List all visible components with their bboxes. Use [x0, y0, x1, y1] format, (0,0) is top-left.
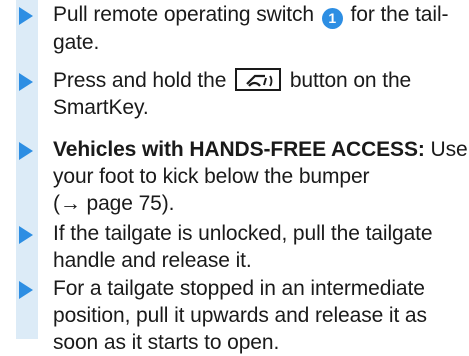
item-text-line: For a tailgate stopped in an intermediat…	[53, 277, 425, 300]
page-reference: (→ page 75).	[53, 192, 175, 215]
item-text-suffix: Use	[430, 138, 468, 161]
item-text-line: soon as it starts to open.	[53, 331, 280, 354]
tailgate-key-icon	[235, 68, 282, 91]
item-text-line: handle and release it.	[53, 249, 252, 272]
item-bold-label: Vehicles with HANDS-FREE ACCESS:	[53, 138, 425, 161]
item-text: For a tailgate stopped in an intermediat…	[53, 275, 463, 356]
item-text-prefix: Press and hold the	[53, 69, 227, 92]
bullet-arrow-icon	[19, 7, 33, 25]
item-text-line: If the tailgate is unlocked, pull the ta…	[53, 222, 433, 245]
callout-number-icon: 1	[321, 8, 343, 29]
item-text-line: position, pull it upwards and release it…	[53, 304, 427, 327]
item-text: Press and hold the button on the SmartKe…	[53, 67, 463, 121]
item-text: If the tailgate is unlocked, pull the ta…	[53, 220, 463, 274]
item-text-line: your foot to kick below the bumper	[53, 165, 370, 188]
bullet-arrow-icon	[19, 142, 33, 160]
item-text: Pull remote operating switch 1 for the t…	[53, 1, 463, 56]
item-text-line: gate.	[53, 31, 100, 54]
item-text: Vehicles with HANDS-FREE ACCESS: Use you…	[53, 136, 468, 217]
item-text-line: SmartKey.	[53, 96, 149, 119]
bullet-arrow-icon	[19, 73, 33, 91]
bullet-arrow-icon	[19, 226, 33, 244]
bullet-arrow-icon	[19, 281, 33, 299]
item-text-prefix: Pull remote operating switch	[53, 3, 314, 26]
item-text-suffix: button on the	[289, 69, 412, 92]
manual-page: Pull remote operating switch 1 for the t…	[0, 0, 469, 354]
item-text-suffix: for the tail-	[350, 3, 449, 26]
